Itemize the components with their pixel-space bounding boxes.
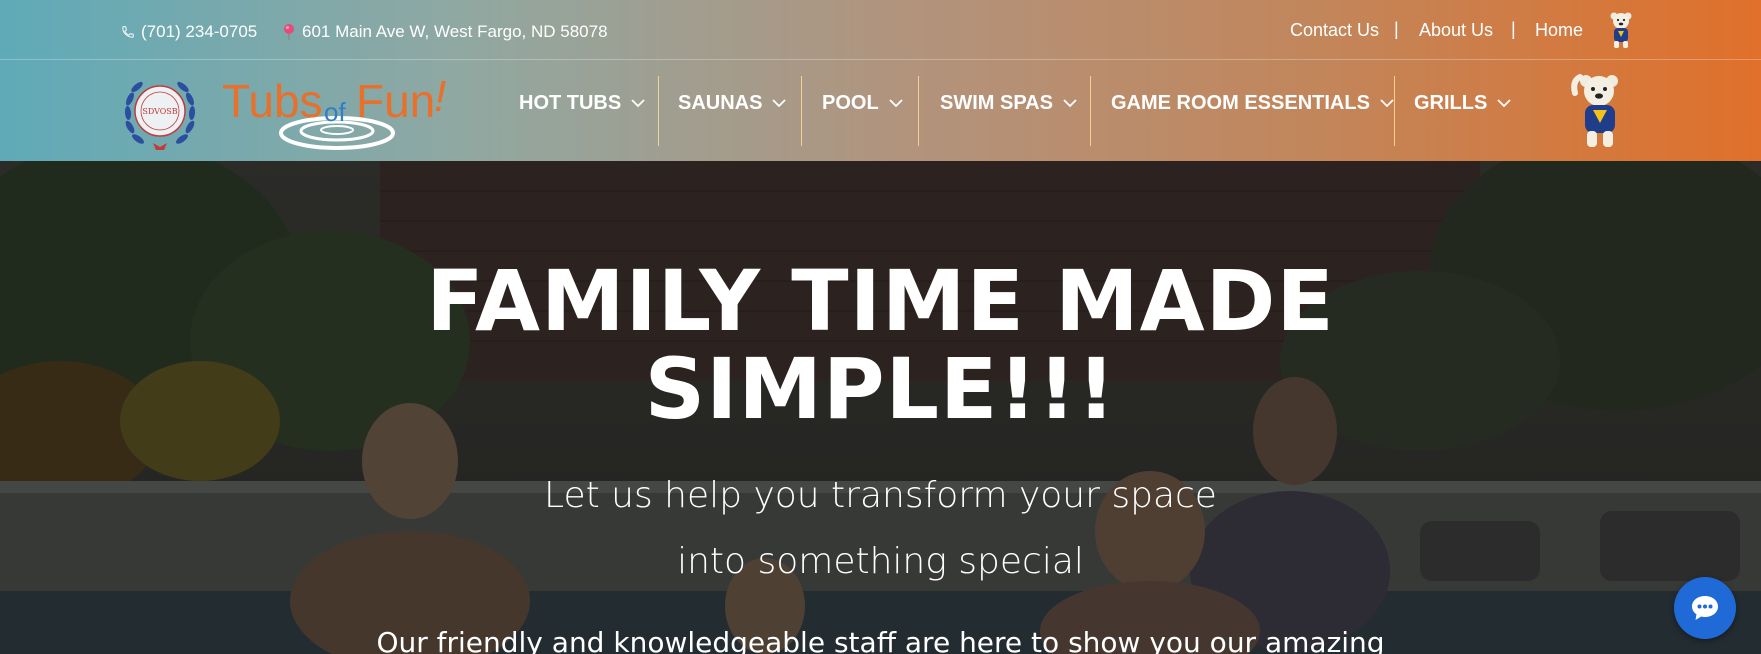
nav-swim-spas[interactable]: SWIM SPAS [940,77,1077,129]
link-separator: | [1511,19,1516,39]
chat-widget-button[interactable] [1674,577,1736,639]
chevron-down-icon [1063,98,1077,107]
nav-saunas[interactable]: SAUNAS [678,77,787,129]
hero-title-line-1: FAMILY TIME MADE [426,252,1335,350]
chevron-down-icon [889,98,903,107]
nav-label: SWIM SPAS [940,91,1053,114]
top-bar: (701) 234-0705 601 Main Ave W, West Farg… [0,0,1761,60]
hero-title-line-2: SIMPLE!!! [644,340,1117,438]
nav-label: HOT TUBS [519,91,622,114]
site-header: (701) 234-0705 601 Main Ave W, West Farg… [0,0,1761,161]
nav-pool[interactable]: POOL [822,77,903,129]
chevron-down-icon [631,98,645,107]
hero-subtitle-line-1: Let us help you transform your space [544,475,1217,516]
nav-divider [801,76,802,146]
phone-link[interactable]: (701) 234-0705 [121,20,257,44]
mascot-bear-icon[interactable] [1606,10,1636,50]
about-us-link[interactable]: About Us [1419,20,1493,41]
mascot-bear-icon[interactable] [1570,71,1630,151]
link-separator: | [1394,19,1399,39]
nav-divider [658,76,659,146]
nav-label: GAME ROOM ESSENTIALS [1111,91,1370,114]
address-text: 601 Main Ave W, West Fargo, ND 58078 [302,22,608,41]
nav-label: GRILLS [1414,91,1488,114]
phone-number: (701) 234-0705 [141,22,258,41]
hero-body-text: Our friendly and knowledgeable staff are… [376,626,1385,654]
logo-exclamation: ! [434,75,446,121]
nav-label: POOL [822,91,879,114]
hero-section: FAMILY TIME MADE SIMPLE!!! Let us help y… [0,161,1761,654]
nav-game-room-essentials[interactable]: GAME ROOM ESSENTIALS [1111,77,1394,129]
chevron-down-icon [1380,98,1394,107]
phone-icon [122,26,134,38]
main-navigation: SDVOSB Tubs of Fun ! HOT TUBS SAUNAS POO… [0,61,1761,161]
logo-word-of: of [324,97,346,127]
tubs-of-fun-logo[interactable]: Tubs of Fun ! [222,75,457,155]
contact-us-link[interactable]: Contact Us [1290,20,1379,41]
logo-word-fun: Fun [356,75,435,127]
nav-label: SAUNAS [678,91,763,114]
home-link[interactable]: Home [1535,20,1583,41]
nav-divider [1090,76,1091,146]
nav-divider [918,76,919,146]
hero-title: FAMILY TIME MADE SIMPLE!!! [0,257,1761,433]
hero-subtitle-line-2: into something special [677,541,1084,582]
nav-grills[interactable]: GRILLS [1414,77,1511,129]
nav-divider [1394,76,1395,146]
map-pin-icon [284,24,294,40]
nav-hot-tubs[interactable]: HOT TUBS [519,77,645,129]
address-link[interactable]: 601 Main Ave W, West Fargo, ND 58078 [282,20,608,44]
chevron-down-icon [772,98,787,107]
chevron-down-icon [1497,98,1511,107]
chat-bubble-icon [1692,596,1718,620]
sdvosb-seal-logo[interactable]: SDVOSB [120,73,200,153]
seal-text: SDVOSB [142,107,177,116]
logo-word-tubs: Tubs [222,75,323,127]
